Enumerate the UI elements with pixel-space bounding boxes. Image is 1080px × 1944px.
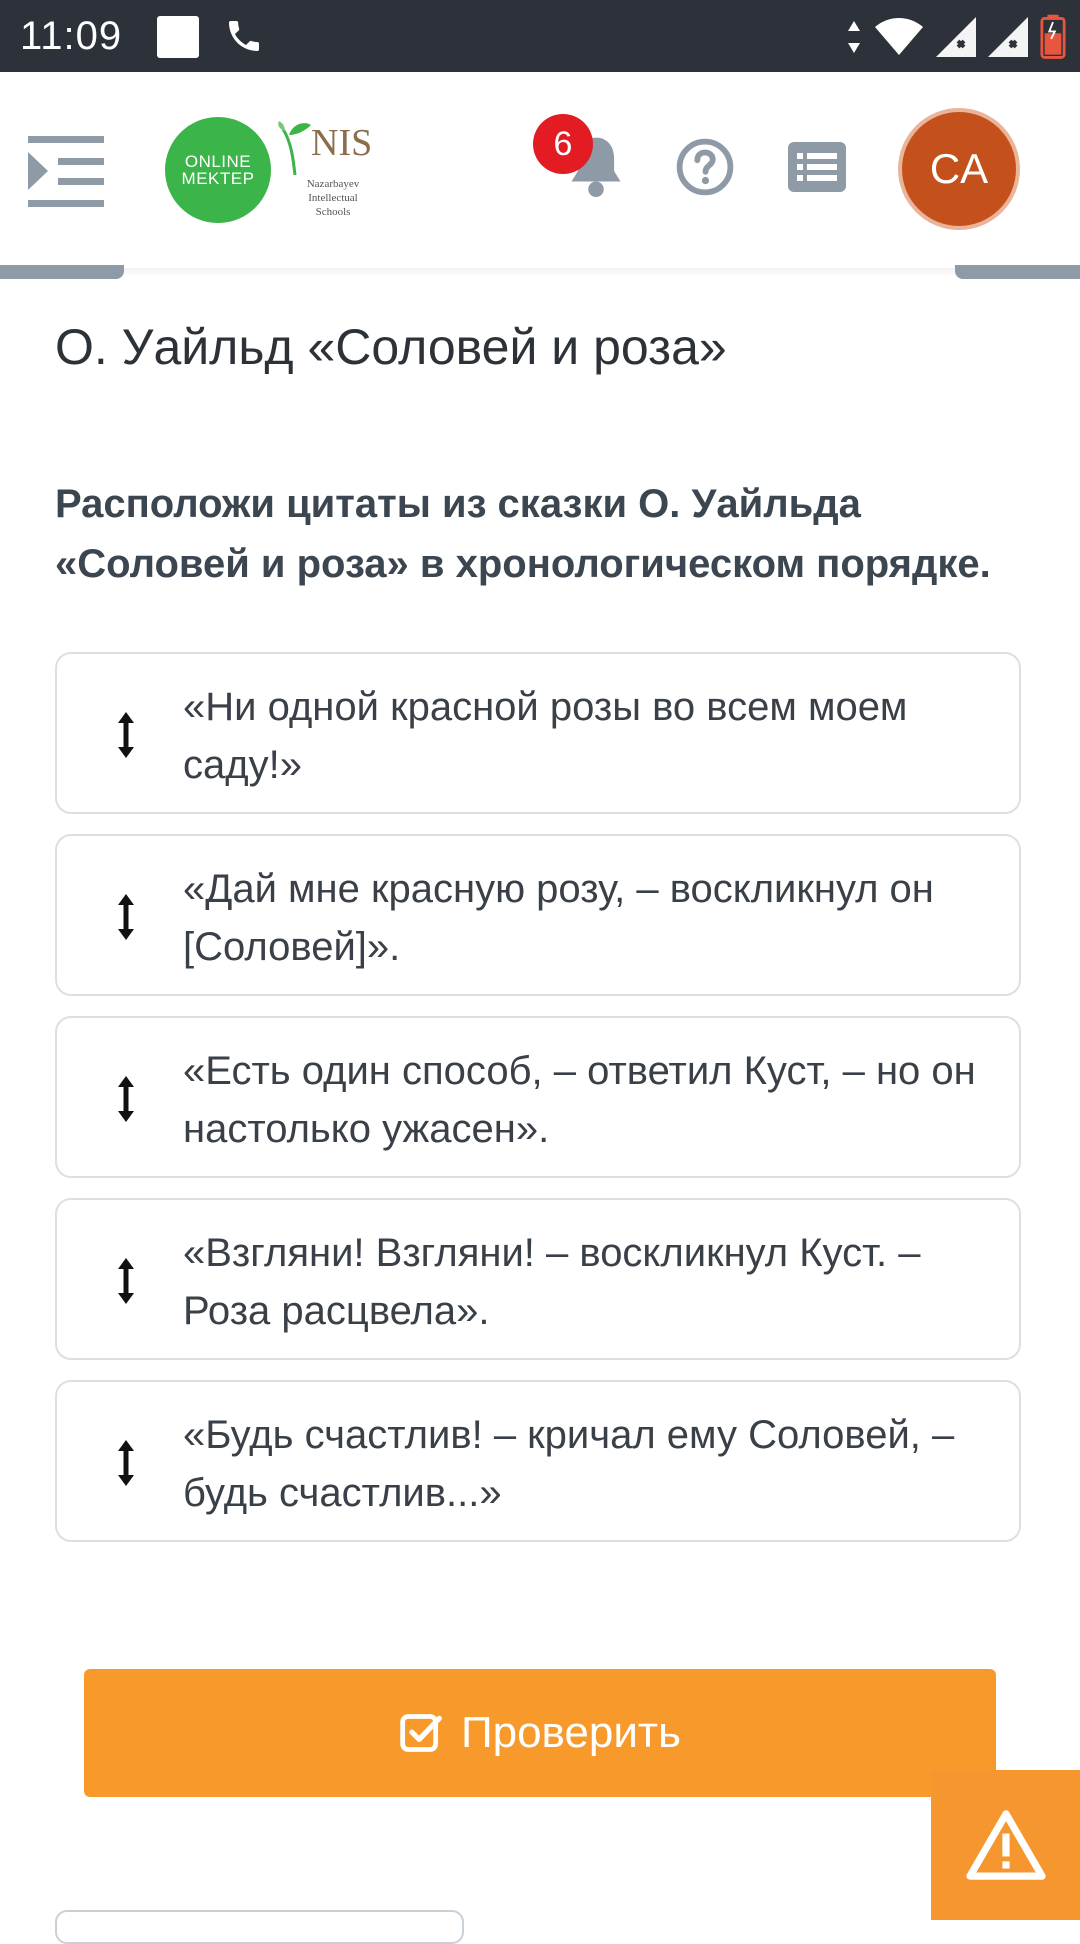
user-avatar[interactable]: CA bbox=[902, 112, 1016, 226]
notification-badge[interactable]: 6 bbox=[533, 114, 593, 174]
list-icon[interactable] bbox=[788, 142, 846, 192]
logo-online-text: ONLINE bbox=[184, 152, 252, 171]
drag-handle-icon[interactable] bbox=[117, 712, 135, 758]
nis-subtitle: Nazarbayev Intellectual Schools bbox=[306, 178, 360, 218]
secondary-button-partial[interactable] bbox=[55, 1910, 464, 1944]
sortable-list: «Ни одной красной розы во всем моем саду… bbox=[55, 652, 1025, 1562]
drag-handle-icon[interactable] bbox=[117, 1258, 135, 1304]
status-bar: 11:09 bbox=[0, 0, 1080, 72]
nis-logo: NIS Nazarbayev Intellectual Schools bbox=[275, 117, 375, 227]
menu-expand-icon[interactable] bbox=[28, 136, 104, 208]
online-mektep-logo[interactable]: ONLINE MEKTEP bbox=[165, 117, 271, 223]
check-button-label: Проверить bbox=[460, 1708, 682, 1757]
sortable-item[interactable]: «Будь счастлив! – кричал ему Соловей, – … bbox=[55, 1380, 1021, 1542]
logo-mektep-text: MEKTEP bbox=[181, 169, 255, 188]
header-tab-left bbox=[0, 265, 124, 279]
quote-text: «Взгляни! Взгляни! – воскликнул Куст. – … bbox=[183, 1231, 921, 1333]
notification-square-icon bbox=[157, 16, 199, 58]
nis-leaf-icon bbox=[278, 121, 311, 176]
sortable-item[interactable]: «Дай мне красную розу, – воскликнул он [… bbox=[55, 834, 1021, 996]
check-button[interactable]: Проверить bbox=[84, 1669, 996, 1797]
drag-handle-icon[interactable] bbox=[117, 1440, 135, 1486]
quote-text: «Дай мне красную розу, – воскликнул он [… bbox=[183, 867, 934, 969]
drag-handle-icon[interactable] bbox=[117, 894, 135, 940]
signal-icon-2 bbox=[988, 17, 1028, 57]
sortable-item[interactable]: «Взгляни! Взгляни! – воскликнул Куст. – … bbox=[55, 1198, 1021, 1360]
data-arrows-icon bbox=[848, 21, 860, 53]
quote-text: «Есть один способ, – ответил Куст, – но … bbox=[183, 1049, 976, 1151]
app-header: ONLINE MEKTEP NIS Nazarbayev Intellectua… bbox=[0, 72, 1080, 268]
header-tab-right bbox=[955, 265, 1080, 279]
report-problem-button[interactable] bbox=[931, 1770, 1080, 1920]
battery-icon bbox=[1040, 14, 1066, 59]
help-icon[interactable] bbox=[676, 138, 734, 196]
quote-text: «Будь счастлив! – кричал ему Соловей, – … bbox=[183, 1413, 955, 1515]
page-title: О. Уайльд «Соловей и роза» bbox=[55, 319, 727, 375]
signal-icon bbox=[936, 17, 976, 57]
status-time: 11:09 bbox=[20, 14, 123, 58]
sortable-item[interactable]: «Ни одной красной розы во всем моем саду… bbox=[55, 652, 1021, 814]
question-text: Расположи цитаты из сказки О. Уайльда «С… bbox=[55, 482, 991, 586]
status-icons bbox=[846, 12, 1066, 62]
wifi-icon bbox=[875, 18, 923, 55]
sortable-item[interactable]: «Есть один способ, – ответил Куст, – но … bbox=[55, 1016, 1021, 1178]
nis-logo-text: NIS bbox=[311, 122, 373, 164]
checkbox-icon bbox=[400, 1714, 442, 1752]
quote-text: «Ни одной красной розы во всем моем саду… bbox=[183, 685, 908, 787]
warning-icon bbox=[965, 1810, 1046, 1880]
phone-icon bbox=[229, 21, 259, 51]
drag-handle-icon[interactable] bbox=[117, 1076, 135, 1122]
